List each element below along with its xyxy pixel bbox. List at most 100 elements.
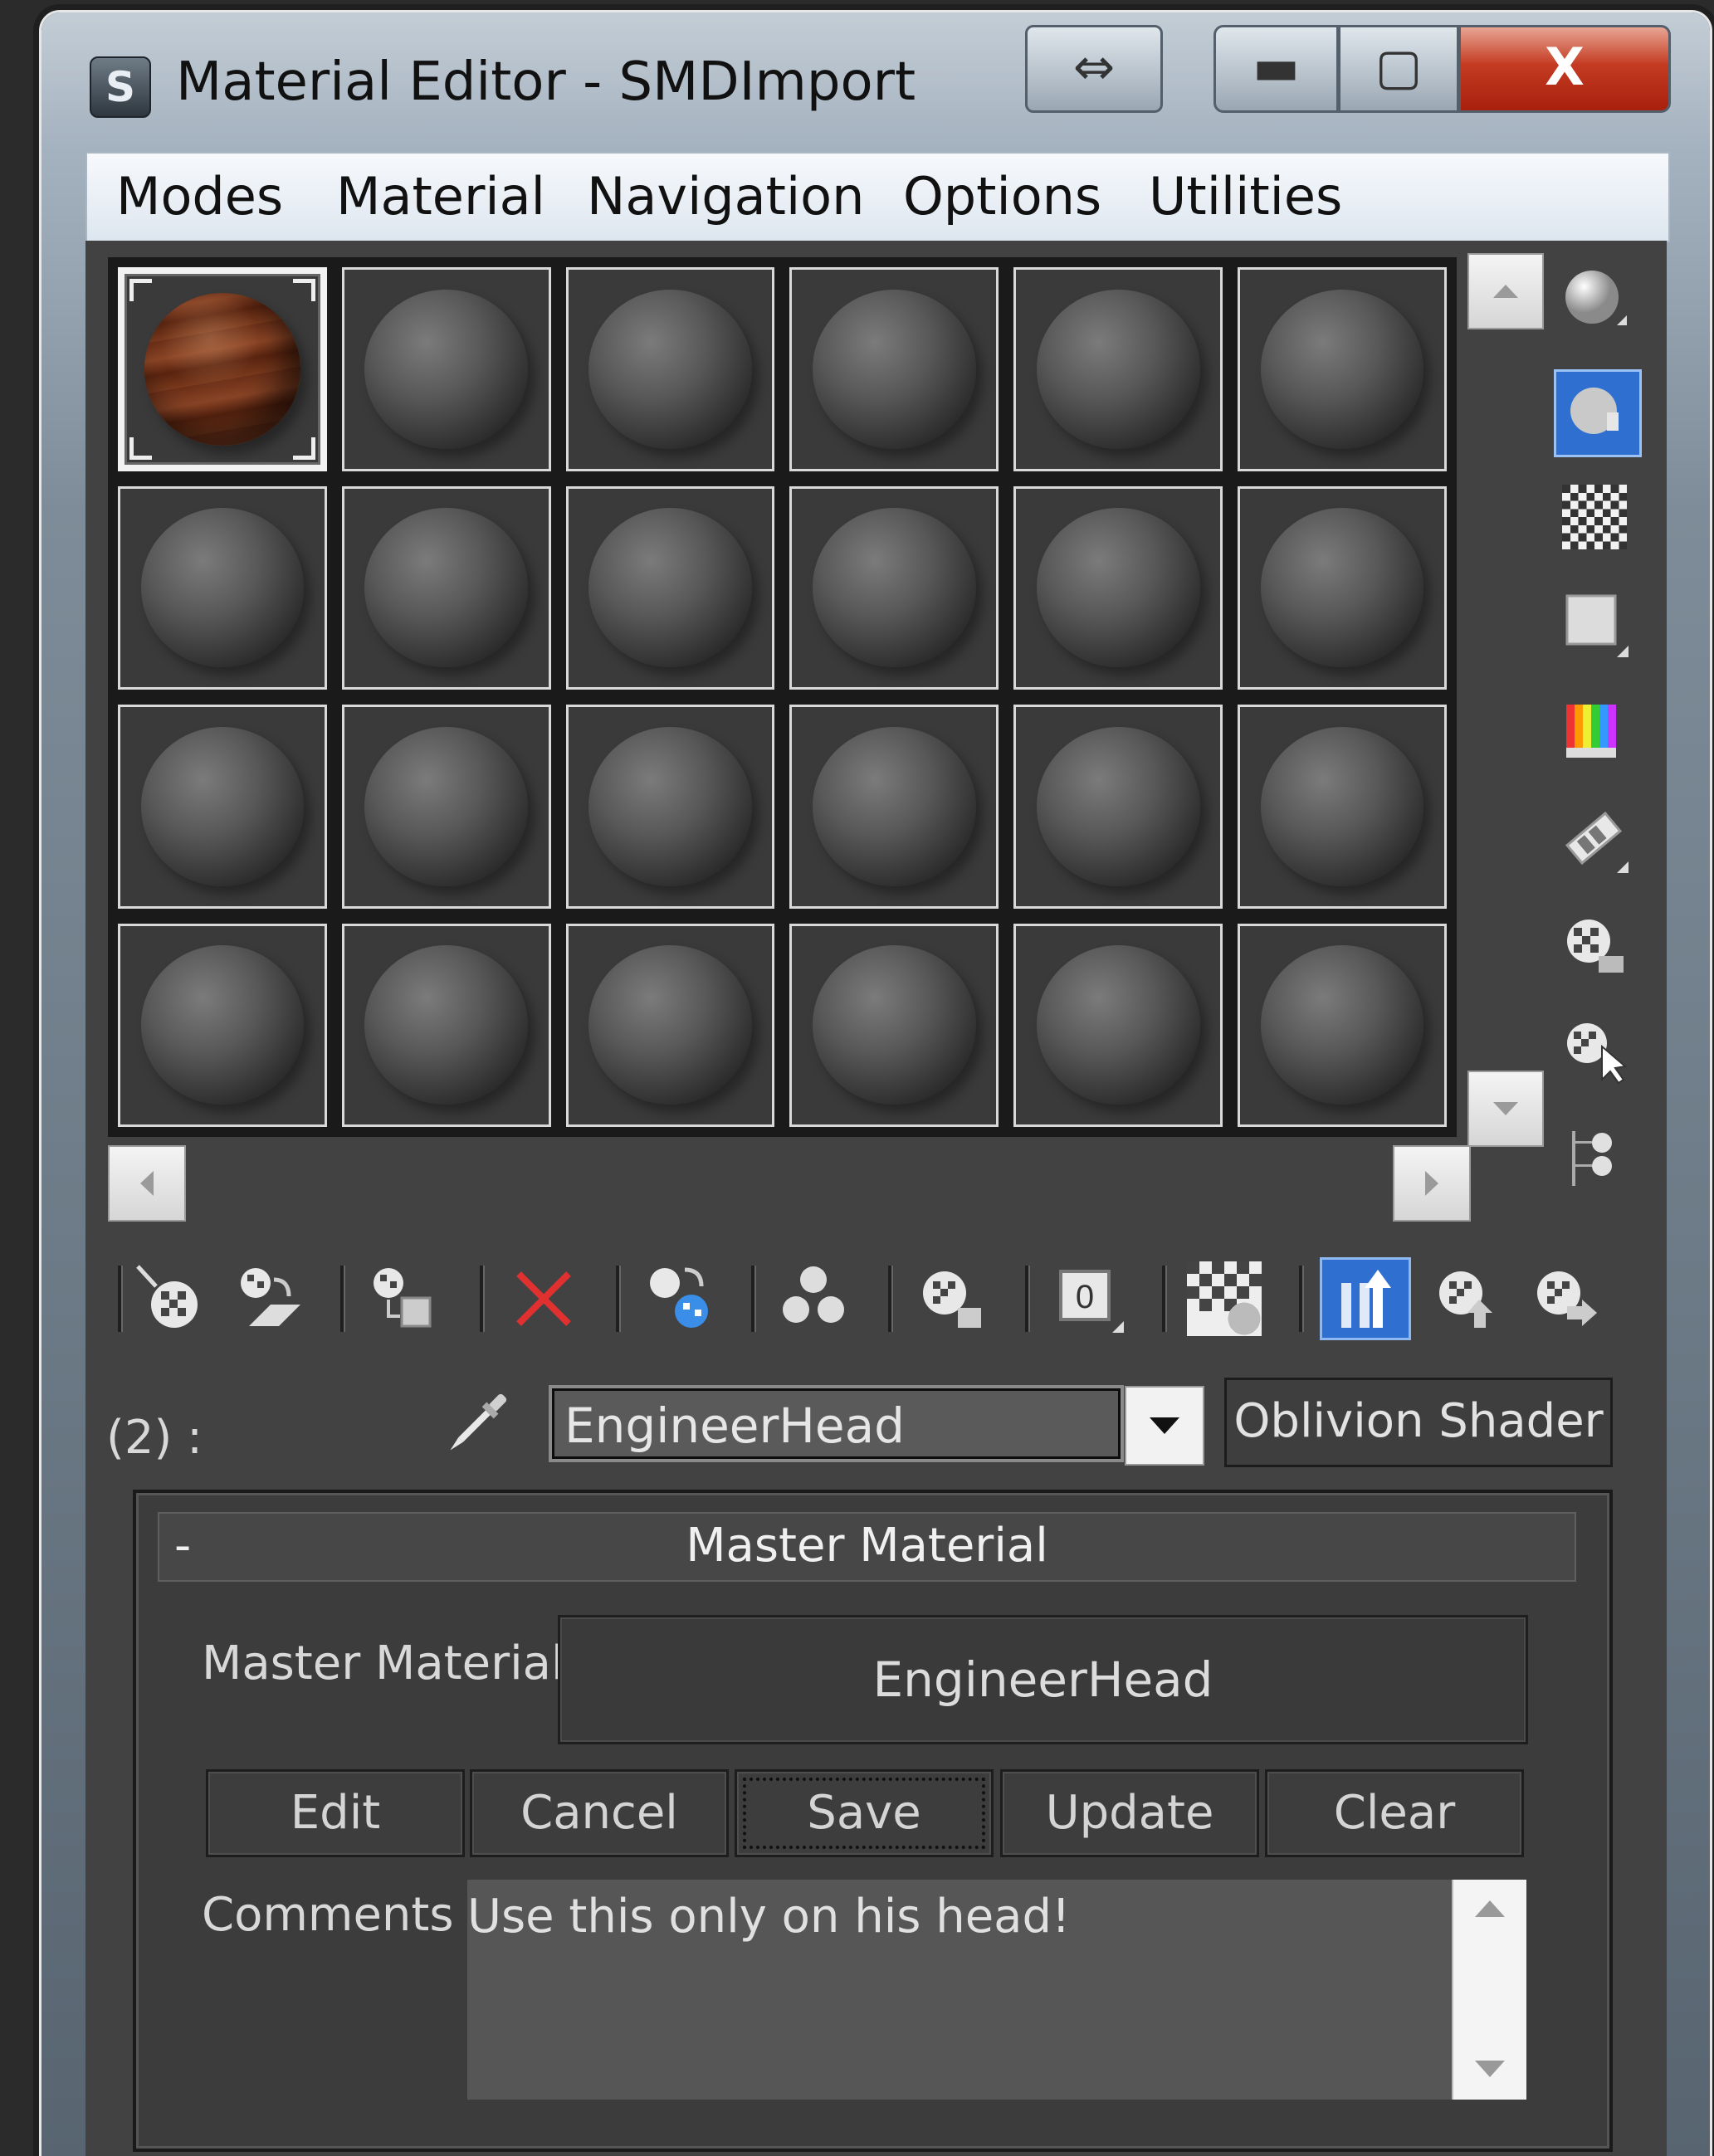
sample-slot[interactable] — [118, 923, 327, 1127]
material-preview-sphere — [1036, 508, 1200, 668]
comments-scroll-down-arrow[interactable] — [1472, 2058, 1508, 2083]
put-to-library-icon[interactable] — [913, 1261, 988, 1336]
slot-number-label: (2) : — [106, 1411, 203, 1465]
material-preview-sphere — [813, 508, 976, 668]
material-preview-sphere — [588, 508, 752, 668]
options-icon[interactable] — [1560, 913, 1629, 981]
sample-uv-tiling-icon[interactable] — [1560, 589, 1629, 657]
sample-slot[interactable] — [789, 923, 999, 1127]
maximize-button[interactable]: ▢ — [1338, 25, 1459, 113]
sample-slot[interactable] — [1013, 267, 1223, 471]
sample-slot[interactable] — [1238, 705, 1447, 909]
menu-utilities[interactable]: Utilities — [1149, 166, 1342, 227]
make-preview-icon[interactable] — [1560, 805, 1629, 873]
sample-slot[interactable] — [341, 705, 551, 909]
app-icon[interactable]: S — [90, 56, 151, 118]
select-by-material-icon[interactable] — [1560, 1017, 1629, 1085]
comments-textarea[interactable]: Use this only on his head! — [467, 1880, 1452, 2100]
menu-options[interactable]: Options — [903, 166, 1101, 227]
slots-scroll-left-button[interactable] — [108, 1145, 186, 1222]
assign-material-to-selection-icon[interactable] — [365, 1261, 440, 1336]
sample-type-sphere-icon[interactable] — [1560, 266, 1629, 334]
sample-slot-active[interactable] — [118, 267, 327, 471]
sample-slot[interactable] — [118, 705, 327, 909]
get-material-icon[interactable] — [131, 1261, 206, 1336]
save-button[interactable]: Save — [735, 1769, 994, 1857]
show-end-result-icon[interactable] — [1320, 1257, 1411, 1340]
material-preview-sphere — [1036, 289, 1200, 449]
minimize-button[interactable]: ▬ — [1213, 25, 1339, 113]
sample-slot[interactable] — [1238, 267, 1447, 471]
arrow-up-icon — [1475, 1900, 1505, 1917]
slots-scroll-right-button[interactable] — [1393, 1145, 1471, 1222]
sample-slot[interactable] — [1013, 485, 1223, 690]
arrow-right-icon — [1425, 1171, 1438, 1196]
toolbar-separator — [1299, 1266, 1304, 1332]
comments-label: Comments — [202, 1888, 454, 1942]
toolbar-separator — [480, 1266, 485, 1332]
material-map-navigator-icon[interactable] — [1560, 1124, 1629, 1193]
backlight-icon[interactable] — [1554, 369, 1642, 457]
master-material-label: Master Material — [202, 1637, 564, 1690]
sample-slot[interactable] — [341, 923, 551, 1127]
sample-slot[interactable] — [1013, 705, 1223, 909]
sample-slot[interactable] — [341, 267, 551, 471]
material-preview-sphere — [813, 945, 976, 1105]
rollout-header[interactable]: - Master Material — [158, 1512, 1576, 1582]
rollout-title: Master Material — [686, 1519, 1048, 1573]
go-to-parent-icon[interactable] — [1428, 1261, 1502, 1336]
sample-slot[interactable] — [789, 267, 999, 471]
active-slot-corner-mark — [292, 437, 315, 460]
window-title: Material Editor - SMDImport — [176, 51, 916, 113]
sample-slot[interactable] — [565, 705, 775, 909]
material-preview-sphere — [588, 726, 752, 886]
comments-scroll-up-arrow[interactable] — [1472, 1898, 1508, 1923]
put-material-to-scene-icon[interactable] — [232, 1261, 307, 1336]
resize-arrows-button[interactable]: ⇔ — [1025, 25, 1163, 113]
sample-slot[interactable] — [1238, 923, 1447, 1127]
material-type-dropdown-button[interactable] — [1125, 1386, 1204, 1466]
sample-slot[interactable] — [1238, 485, 1447, 690]
sample-slot[interactable] — [565, 267, 775, 471]
edit-button[interactable]: Edit — [206, 1769, 465, 1857]
sample-slot[interactable] — [565, 923, 775, 1127]
make-unique-icon[interactable] — [776, 1261, 851, 1336]
material-preview-sphere — [813, 726, 976, 886]
clear-button[interactable]: Clear — [1265, 1769, 1524, 1857]
material-type-button[interactable]: Oblivion Shader — [1224, 1378, 1613, 1467]
comments-scrollbar[interactable] — [1452, 1880, 1526, 2100]
background-checker-icon[interactable] — [1560, 483, 1629, 551]
material-id-channel-icon[interactable]: 0 — [1052, 1261, 1127, 1336]
menu-navigation[interactable]: Navigation — [587, 166, 864, 227]
sample-slot[interactable] — [565, 485, 775, 690]
pick-material-from-object-icon[interactable] — [436, 1382, 519, 1465]
material-preview-sphere — [140, 945, 305, 1105]
make-material-copy-icon[interactable] — [643, 1261, 718, 1336]
material-preview-sphere — [364, 726, 529, 886]
video-color-check-icon[interactable] — [1560, 697, 1629, 765]
slots-scroll-down-button[interactable] — [1467, 1071, 1544, 1147]
sample-slot[interactable] — [341, 485, 551, 690]
material-name-field[interactable]: EngineerHead — [552, 1388, 1121, 1459]
sample-slot[interactable] — [1013, 923, 1223, 1127]
sample-slot[interactable] — [789, 485, 999, 690]
sample-slot[interactable] — [118, 485, 327, 690]
sample-slot[interactable] — [789, 705, 999, 909]
material-preview-sphere — [364, 289, 529, 449]
arrow-down-icon — [1493, 1102, 1518, 1115]
update-button[interactable]: Update — [1000, 1769, 1259, 1857]
show-shaded-material-in-viewport-icon[interactable] — [1187, 1261, 1262, 1336]
active-slot-corner-mark — [292, 279, 315, 301]
reset-map-icon[interactable] — [506, 1261, 581, 1336]
svg-text:0: 0 — [1076, 1279, 1094, 1315]
chevron-down-icon — [1150, 1417, 1179, 1434]
material-preview-sphere — [140, 726, 305, 886]
cancel-button[interactable]: Cancel — [470, 1769, 729, 1857]
slots-scroll-up-button[interactable] — [1467, 253, 1544, 329]
menu-material[interactable]: Material — [336, 166, 545, 227]
go-forward-to-sibling-icon[interactable] — [1527, 1261, 1602, 1336]
material-preview-sphere — [364, 945, 529, 1105]
close-button[interactable]: X — [1458, 25, 1671, 113]
menu-modes[interactable]: Modes — [116, 166, 283, 227]
master-material-button[interactable]: EngineerHead — [558, 1615, 1528, 1744]
